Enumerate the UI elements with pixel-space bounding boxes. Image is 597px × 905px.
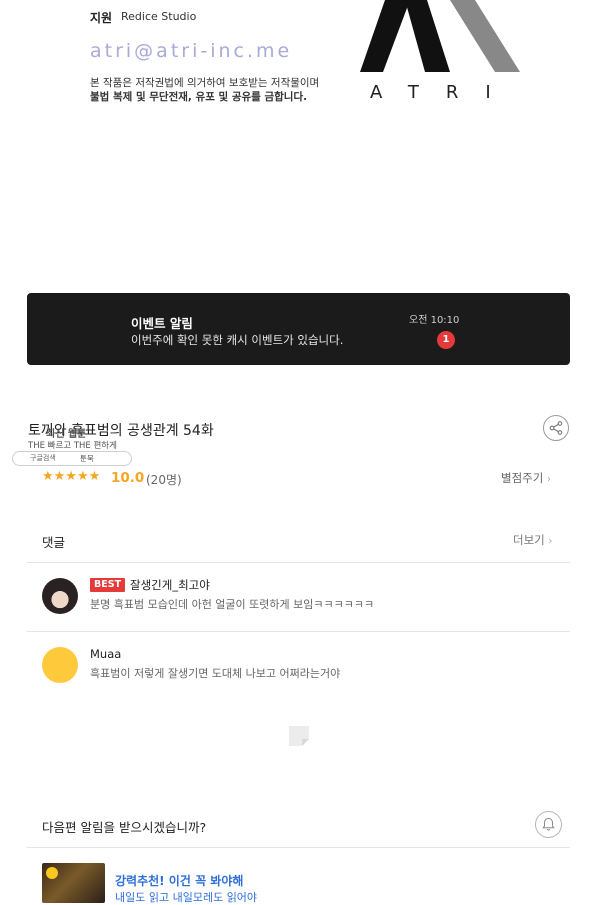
clock-icon: [46, 867, 58, 879]
rate-button-label: 별점주기: [501, 471, 544, 485]
chevron-right-icon: ›: [546, 474, 551, 485]
notification-time: 오전 10:10: [409, 315, 460, 326]
avatar: [42, 578, 78, 614]
comments-divider: [27, 562, 570, 563]
rating-stars: ★★★★★: [42, 469, 101, 484]
notification-message: 이번주에 확인 못한 캐시 이벤트가 있습니다.: [131, 333, 344, 347]
share-icon: [549, 421, 563, 435]
comment-divider: [27, 631, 570, 632]
subscribe-question: 다음편 알림을 받으시겠습니까?: [42, 820, 207, 835]
bell-icon: [542, 817, 555, 831]
rating-score: 10.0: [111, 470, 145, 486]
recommendation-title[interactable]: 강력추천! 이건 꼭 봐야해: [115, 872, 243, 889]
subscribe-divider: [27, 847, 570, 848]
share-button[interactable]: [543, 415, 569, 441]
comment-text: 흑표범이 저렇게 잘생기면 도대체 나보고 어쩌라는거야: [90, 667, 341, 680]
comment-text: 분명 흑표범 모습인데 아헌 얼굴이 또렷하게 보임ㅋㅋㅋㅋㅋㅋ: [90, 598, 375, 611]
watermark-search-label: 구글검색: [30, 454, 56, 462]
notification-count-badge: 1: [437, 331, 455, 349]
watermark-line2: THE 빠르고 THE 편하게: [28, 441, 117, 451]
event-notification-card[interactable]: [27, 293, 570, 365]
notification-title: 이벤트 알림: [131, 316, 193, 331]
copyright-notice-line2: 불법 복제 및 무단전재, 유포 및 공유를 금합니다.: [90, 91, 308, 103]
atri-logo: [360, 0, 520, 72]
comments-more-button[interactable]: 더보기 ›: [513, 532, 552, 548]
copyright-notice-line1: 본 작품은 저작권법에 의거하여 보호받는 저작물이며: [90, 77, 320, 89]
credit-email: atri@atri-inc.me: [90, 40, 293, 62]
comment-username: 잘생긴게_최고야: [130, 578, 210, 592]
rating-count: (20명): [146, 473, 182, 487]
credit-support-value: Redice Studio: [121, 10, 197, 23]
comment-username: Muaa: [90, 647, 122, 661]
more-label: 더보기: [513, 533, 545, 547]
comments-header: 댓글: [42, 535, 66, 550]
atri-logo-word: ATRI: [370, 82, 518, 103]
document-placeholder-icon: [289, 726, 309, 746]
best-badge: BEST: [90, 578, 126, 592]
credit-support-label: 지원: [90, 11, 113, 25]
avatar: [42, 647, 78, 683]
watermark-line1: 최신 웹툰: [46, 429, 87, 440]
watermark-brand: 툰북: [80, 454, 94, 463]
recommendation-subtitle: 내일도 읽고 내일모레도 읽어야: [115, 891, 258, 904]
subscribe-bell-button[interactable]: [535, 811, 562, 838]
chevron-right-icon: ›: [548, 536, 553, 547]
rate-button[interactable]: 별점주기 ›: [501, 470, 551, 486]
